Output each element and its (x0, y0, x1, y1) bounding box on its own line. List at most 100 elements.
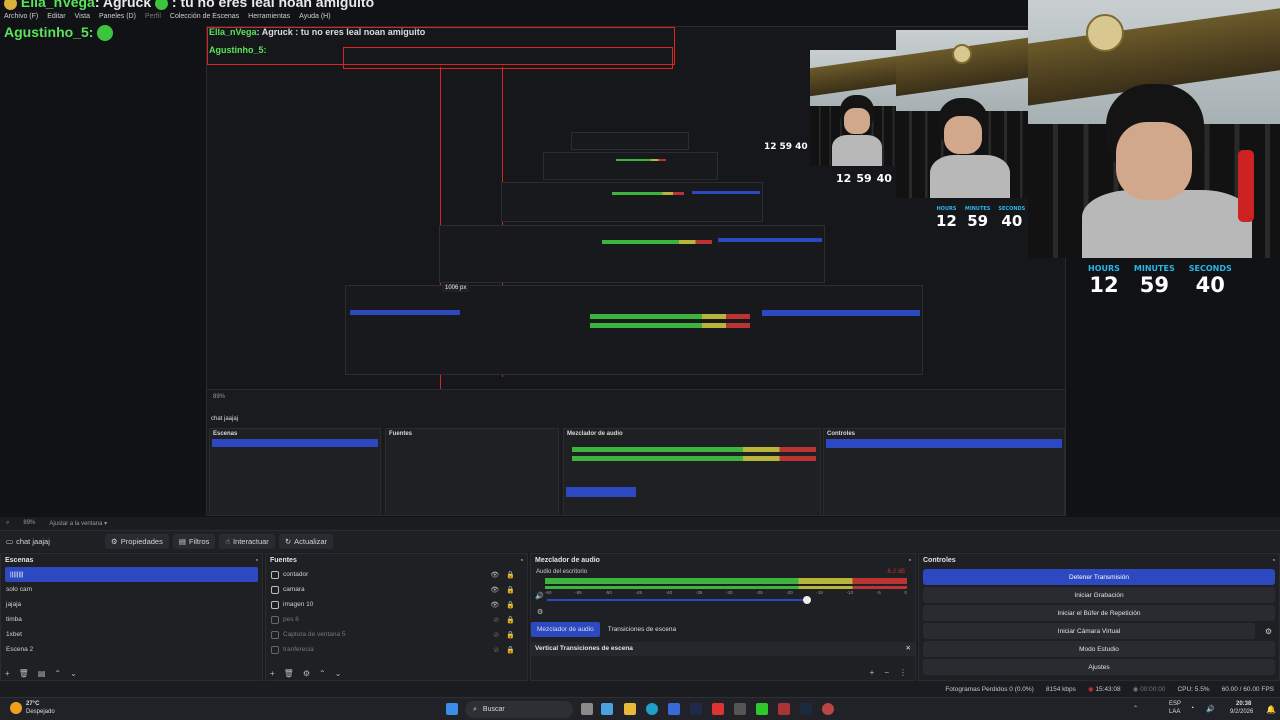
mixer-gear-icon[interactable]: ⚙ (537, 608, 543, 616)
timer-small-3: 12 59 40 (764, 142, 808, 152)
widgets-icon[interactable] (601, 703, 613, 715)
eye-hidden-icon[interactable]: ⊘ (493, 616, 499, 624)
menu-item-docks: Paneles (D) (98, 13, 136, 20)
scene-item[interactable]: solo cam (1, 582, 262, 597)
move-up-icon[interactable]: ⌃ (319, 669, 326, 678)
obs-icon[interactable] (822, 703, 834, 715)
source-item[interactable]: camara 👁 🔒 (266, 582, 527, 597)
add-icon[interactable]: + (870, 668, 875, 677)
remove-source-icon[interactable]: 🗑 (284, 669, 294, 678)
weather-desc[interactable]: Despejado (26, 709, 55, 715)
kick-icon[interactable] (756, 703, 768, 715)
scene-item[interactable]: timba (1, 612, 262, 627)
eye-hidden-icon[interactable]: ⊘ (493, 631, 499, 639)
record-icon: ◉ (1132, 686, 1139, 693)
tab-scene-transitions[interactable]: Transiciones de escena (602, 622, 682, 637)
zoom-icon[interactable]: ⌕ (6, 520, 9, 527)
keyboard-lang[interactable]: ESP (1169, 701, 1181, 707)
brave-icon[interactable] (712, 703, 724, 715)
lock-icon[interactable]: 🔒 (506, 571, 515, 579)
eye-icon[interactable]: 👁 (490, 571, 499, 579)
notifications-icon[interactable]: 🔔 (1266, 705, 1276, 714)
chat-text-1: : tu no eres leal noan amiguito (171, 0, 375, 10)
move-down-icon[interactable]: ⌄ (335, 669, 342, 678)
lock-icon[interactable]: 🔒 (506, 646, 515, 654)
more-icon[interactable]: ⋮ (899, 668, 907, 677)
image-source-icon (271, 615, 279, 624)
scene-filter-icon[interactable]: ▤ (38, 669, 46, 678)
remove-scene-icon[interactable]: 🗑 (19, 669, 29, 678)
dock-menu-icon[interactable]: ▫ (1273, 557, 1275, 564)
volume-icon[interactable]: 🔊 (1206, 705, 1215, 713)
zoom-level[interactable]: 89% (23, 520, 35, 526)
filters-button[interactable]: ▤ Filtros (172, 534, 216, 549)
task-view-icon[interactable] (581, 703, 593, 715)
lock-icon[interactable]: 🔒 (506, 601, 515, 609)
scene-item[interactable]: Escena 2 (1, 642, 262, 657)
wifi-icon[interactable]: ◔ (1190, 705, 1194, 712)
menu-item-tools: Herramientas (248, 13, 291, 20)
window-icon: ▭ (6, 537, 14, 546)
weather-temp[interactable]: 27°C (26, 701, 39, 707)
source-item[interactable]: Captura de ventana 5 ⊘ 🔒 (266, 627, 527, 642)
scene-item[interactable]: 1xbet (1, 627, 262, 642)
lock-icon[interactable]: 🔒 (506, 631, 515, 639)
refresh-button[interactable]: ↻ Actualizar (278, 534, 334, 549)
tray-chevron-icon[interactable]: ⌃ (1133, 705, 1138, 712)
dock-menu-icon[interactable]: ▫ (256, 557, 258, 564)
eye-icon[interactable]: 👁 (490, 601, 499, 609)
timer-small-1: HOURS 12 MINUTES 59 SECONDS 40 (936, 206, 1026, 230)
nested-level-5 (543, 152, 718, 180)
source-item[interactable]: tranferecia ⊘ 🔒 (266, 642, 527, 657)
store-icon[interactable] (668, 703, 680, 715)
volume-slider[interactable] (547, 599, 807, 601)
app-icon[interactable] (778, 703, 790, 715)
fit-window-dropdown[interactable]: Ajustar a la ventana ▾ (49, 520, 107, 527)
px-label: 1006 px (442, 284, 470, 292)
speaker-icon[interactable]: 🔊 (535, 592, 544, 600)
volume-slider-handle[interactable] (803, 596, 811, 604)
clock-date[interactable]: 9/2/2026 (1230, 709, 1253, 715)
taskbar-search[interactable]: ⌕ Buscar (465, 701, 573, 718)
lock-icon[interactable]: 🔒 (506, 616, 515, 624)
source-item[interactable]: pes 6 ⊘ 🔒 (266, 612, 527, 627)
close-icon[interactable]: ✕ (906, 644, 911, 652)
file-explorer-icon[interactable] (624, 703, 636, 715)
mixer-tabs: Mezclador de audio Transiciones de escen… (531, 622, 682, 637)
move-down-icon[interactable]: ⌄ (70, 669, 77, 678)
dock-menu-icon[interactable]: ▫ (909, 557, 911, 564)
virtual-camera-gear-icon[interactable]: ⚙ (1265, 627, 1272, 636)
eye-icon[interactable]: 👁 (490, 586, 499, 594)
game-app-icon[interactable] (690, 703, 702, 715)
start-windows-icon[interactable] (446, 703, 458, 715)
edge-icon[interactable] (646, 703, 658, 715)
source-settings-icon[interactable]: ⚙ (303, 669, 310, 678)
start-virtual-camera-button[interactable]: Iniciar Cámara Virtual (923, 623, 1255, 639)
eye-hidden-icon[interactable]: ⊘ (493, 646, 499, 654)
lock-icon[interactable]: 🔒 (506, 586, 515, 594)
scene-item[interactable]: |||||||| (5, 567, 258, 582)
settings-button[interactable]: Ajustes (923, 659, 1275, 675)
add-scene-icon[interactable]: + (5, 669, 10, 678)
move-up-icon[interactable]: ⌃ (54, 669, 61, 678)
nested-level-3 (439, 225, 825, 283)
stop-streaming-button[interactable]: Detener Transmisión (923, 569, 1275, 585)
properties-button[interactable]: ⚙ Propiedades (105, 534, 169, 549)
settings-app-icon[interactable] (734, 703, 746, 715)
keyboard-lang-2[interactable]: LAA (1169, 709, 1180, 715)
source-item[interactable]: imagen 10 👁 🔒 (266, 597, 527, 612)
interact-button[interactable]: ☝ Interactuar (219, 534, 275, 549)
remove-icon[interactable]: − (884, 668, 889, 677)
steam-icon[interactable] (800, 703, 812, 715)
scene-item[interactable]: jajaja (1, 597, 262, 612)
stream-preview[interactable]: Ella_nVega: Agruck : tu no eres leal noa… (0, 0, 1280, 517)
start-replay-buffer-button[interactable]: Iniciar el Búfer de Repetición (923, 605, 1275, 621)
start-recording-button[interactable]: Iniciar Grabación (923, 587, 1275, 603)
studio-mode-button[interactable]: Modo Estudio (923, 641, 1275, 657)
weather-icon[interactable] (10, 702, 22, 714)
dock-menu-icon[interactable]: ▫ (521, 557, 523, 564)
clock-time[interactable]: 20:38 (1236, 701, 1251, 707)
add-source-icon[interactable]: + (270, 669, 275, 678)
source-item[interactable]: contador 👁 🔒 (266, 567, 527, 582)
tab-audio-mixer[interactable]: Mezclador de audio (531, 622, 600, 637)
